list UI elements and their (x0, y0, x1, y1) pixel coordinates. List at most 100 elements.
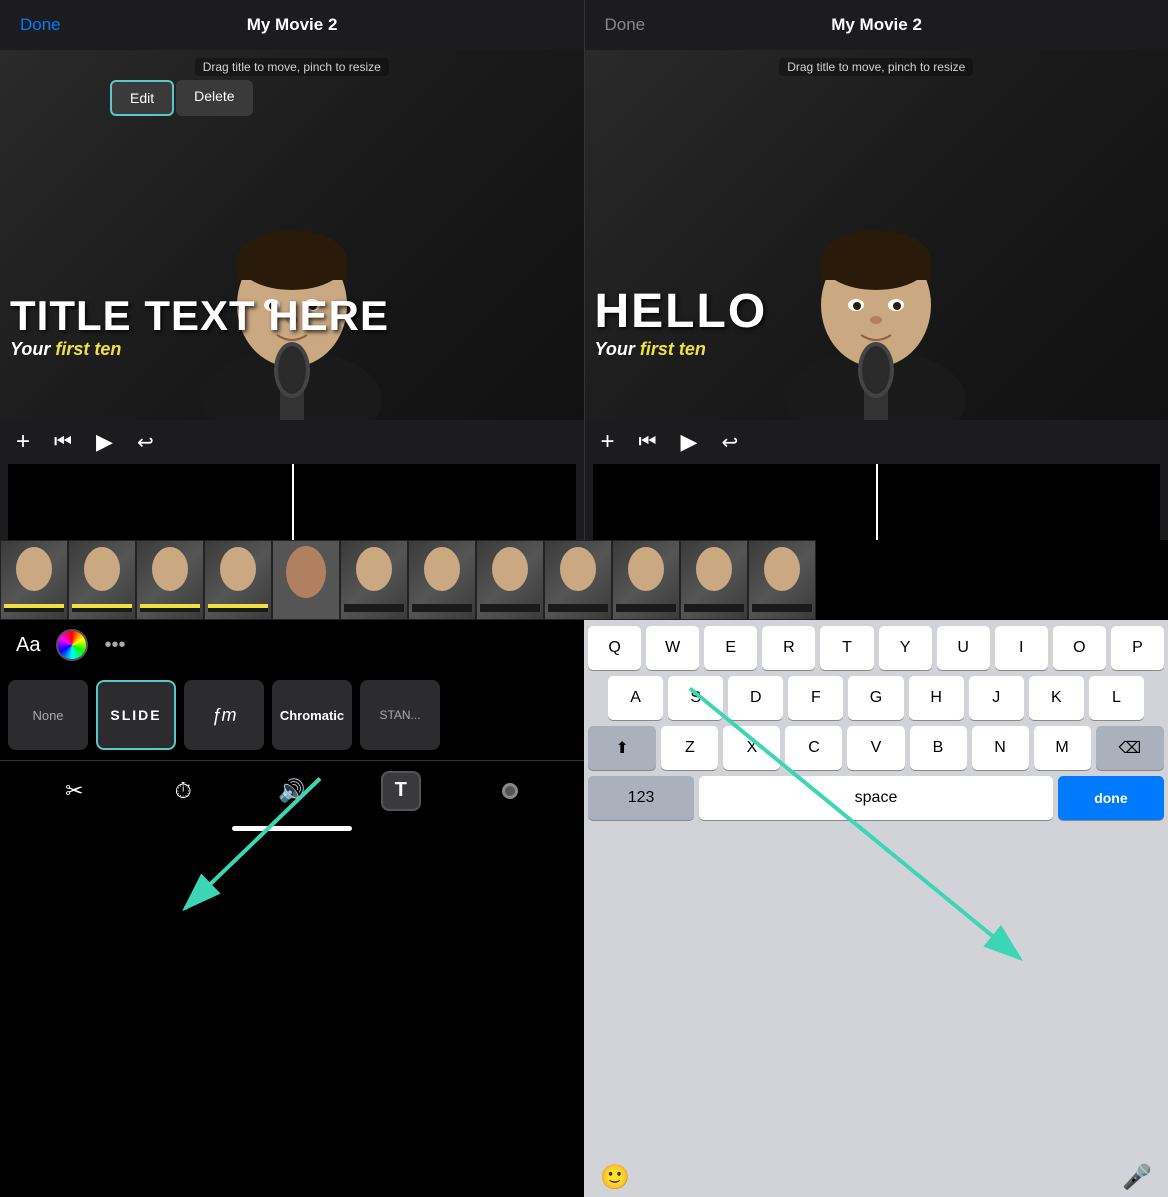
right-title-text: HELLO (595, 284, 1168, 339)
left-undo-button[interactable]: ↩ (137, 430, 154, 455)
key-z[interactable]: Z (661, 726, 718, 770)
left-drag-hint: Drag title to move, pinch to resize (195, 58, 389, 76)
edit-delete-popup: Edit Delete (110, 80, 253, 116)
key-h[interactable]: H (909, 676, 964, 720)
key-e[interactable]: E (704, 626, 757, 670)
emoji-row: 🙂 🎤 (584, 1157, 1168, 1197)
left-video-panel: Done My Movie 2 (0, 0, 584, 420)
key-t[interactable]: T (820, 626, 873, 670)
edit-button[interactable]: Edit (110, 80, 174, 116)
film-frame (0, 540, 68, 620)
key-o[interactable]: O (1053, 626, 1106, 670)
color-picker-button[interactable] (56, 629, 88, 661)
right-subtitle-text: Your (595, 339, 640, 359)
left-timeline-panel: + ⏮ ▶ ↩ (0, 420, 584, 540)
left-timeline-track (8, 464, 576, 540)
backspace-key[interactable]: ⌫ (1096, 726, 1164, 770)
edit-toolbar: ✂ ⏱ 🔊 T (0, 760, 584, 820)
left-timeline-controls: + ⏮ ▶ ↩ (0, 420, 584, 464)
right-person-svg (756, 120, 996, 420)
left-add-button[interactable]: + (16, 428, 30, 456)
right-panel-title: My Movie 2 (831, 15, 922, 35)
text-style-toolbar: Aa ••• (0, 620, 584, 670)
left-subtitle-text: Your (10, 339, 55, 359)
text-size-button[interactable]: Aa (16, 634, 40, 657)
film-frame (476, 540, 544, 620)
key-r[interactable]: R (762, 626, 815, 670)
speed-tool[interactable]: ⏱ (163, 771, 203, 811)
left-title-overlay: TITLE TEXT HERE Your first ten (0, 293, 584, 360)
right-undo-button[interactable]: ↩ (721, 430, 738, 455)
left-person-svg (172, 120, 412, 420)
keyboard-row-1: Q W E R T Y U I O P (588, 626, 1164, 670)
style-script[interactable]: ƒm (184, 680, 264, 750)
right-rewind-button[interactable]: ⏮ (639, 431, 657, 454)
keyboard-row-2: A S D F G H J K L (588, 676, 1164, 720)
left-video-preview: Drag title to move, pinch to resize Edit… (0, 50, 584, 420)
right-timeline-panel: + ⏮ ▶ ↩ (585, 420, 1168, 540)
key-k[interactable]: K (1029, 676, 1084, 720)
left-subtitle-highlight: first ten (55, 339, 121, 359)
key-f[interactable]: F (788, 676, 843, 720)
space-key[interactable]: space (699, 776, 1053, 820)
volume-tool[interactable]: 🔊 (272, 771, 312, 811)
left-video-content (0, 50, 584, 420)
film-frame (748, 540, 816, 620)
film-frame (204, 540, 272, 620)
left-panel-bottom: Aa ••• None SLIDE ƒm Chromatic STAN.. (0, 620, 584, 1197)
home-indicator (232, 826, 352, 831)
keyboard-panel: Q W E R T Y U I O P A S D F G (584, 620, 1168, 1197)
key-m[interactable]: M (1034, 726, 1091, 770)
key-i[interactable]: I (995, 626, 1048, 670)
right-play-button[interactable]: ▶ (681, 429, 698, 455)
filmstrip-area (0, 540, 1168, 620)
key-n[interactable]: N (972, 726, 1029, 770)
more-options-button[interactable]: ••• (104, 634, 125, 657)
delete-button[interactable]: Delete (176, 80, 252, 116)
right-video-bg: Drag title to move, pinch to resize HELL… (585, 50, 1168, 420)
more-tool-icon (500, 781, 520, 801)
key-j[interactable]: J (969, 676, 1024, 720)
right-timeline-controls: + ⏮ ▶ ↩ (585, 420, 1168, 464)
text-tool[interactable]: T (381, 771, 421, 811)
left-title-text: TITLE TEXT HERE (10, 293, 584, 339)
left-panel-header: Done My Movie 2 (0, 0, 584, 50)
done-key[interactable]: done (1058, 776, 1164, 820)
key-y[interactable]: Y (879, 626, 932, 670)
key-q[interactable]: Q (588, 626, 641, 670)
key-u[interactable]: U (937, 626, 990, 670)
shift-key[interactable]: ⬆ (588, 726, 656, 770)
style-chromatic[interactable]: Chromatic (272, 680, 352, 750)
key-a[interactable]: A (608, 676, 663, 720)
key-c[interactable]: C (785, 726, 842, 770)
right-hello-overlay: HELLO Your first ten (585, 284, 1168, 360)
film-frame (340, 540, 408, 620)
key-d[interactable]: D (728, 676, 783, 720)
right-add-button[interactable]: + (601, 428, 615, 456)
emoji-button[interactable]: 🙂 (600, 1163, 630, 1192)
film-frame (136, 540, 204, 620)
left-done-button[interactable]: Done (20, 15, 61, 35)
style-none[interactable]: None (8, 680, 88, 750)
right-done-button[interactable]: Done (605, 15, 646, 35)
style-slide[interactable]: SLIDE (96, 680, 176, 750)
bottom-area: Aa ••• None SLIDE ƒm Chromatic STAN.. (0, 620, 1168, 1197)
style-standard[interactable]: STAN... (360, 680, 440, 750)
microphone-button[interactable]: 🎤 (1122, 1163, 1152, 1192)
key-l[interactable]: L (1089, 676, 1144, 720)
right-panel-header: Done My Movie 2 (585, 0, 1168, 50)
left-play-button[interactable]: ▶ (96, 429, 113, 455)
key-x[interactable]: X (723, 726, 780, 770)
key-w[interactable]: W (646, 626, 699, 670)
key-s[interactable]: S (668, 676, 723, 720)
film-frame (612, 540, 680, 620)
left-rewind-button[interactable]: ⏮ (54, 431, 72, 454)
numbers-key[interactable]: 123 (588, 776, 694, 820)
key-b[interactable]: B (910, 726, 967, 770)
key-g[interactable]: G (848, 676, 903, 720)
key-p[interactable]: P (1111, 626, 1164, 670)
style-options-row: None SLIDE ƒm Chromatic STAN... (0, 670, 584, 760)
more-tool[interactable] (490, 771, 530, 811)
key-v[interactable]: V (847, 726, 904, 770)
scissors-tool[interactable]: ✂ (54, 771, 94, 811)
